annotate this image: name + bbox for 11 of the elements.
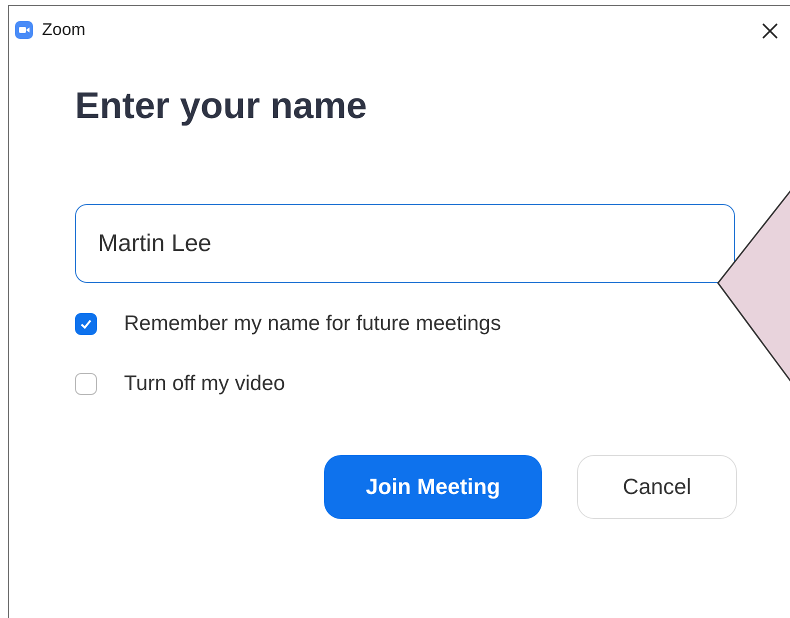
checkbox[interactable] bbox=[75, 312, 97, 334]
checkbox[interactable] bbox=[75, 372, 97, 394]
dialog-heading: Enter your name bbox=[75, 84, 368, 128]
camera-icon bbox=[15, 21, 33, 39]
checkbox-label: Turn off my video bbox=[124, 372, 286, 396]
name-field[interactable]: Martin Lee bbox=[75, 204, 735, 283]
window-title: Zoom bbox=[42, 20, 86, 40]
join-button[interactable]: Join Meeting bbox=[324, 455, 542, 519]
close-icon[interactable] bbox=[761, 22, 779, 40]
cancel-button[interactable]: Cancel bbox=[577, 455, 737, 519]
checkbox-label: Remember my name for future meetings bbox=[124, 312, 501, 336]
